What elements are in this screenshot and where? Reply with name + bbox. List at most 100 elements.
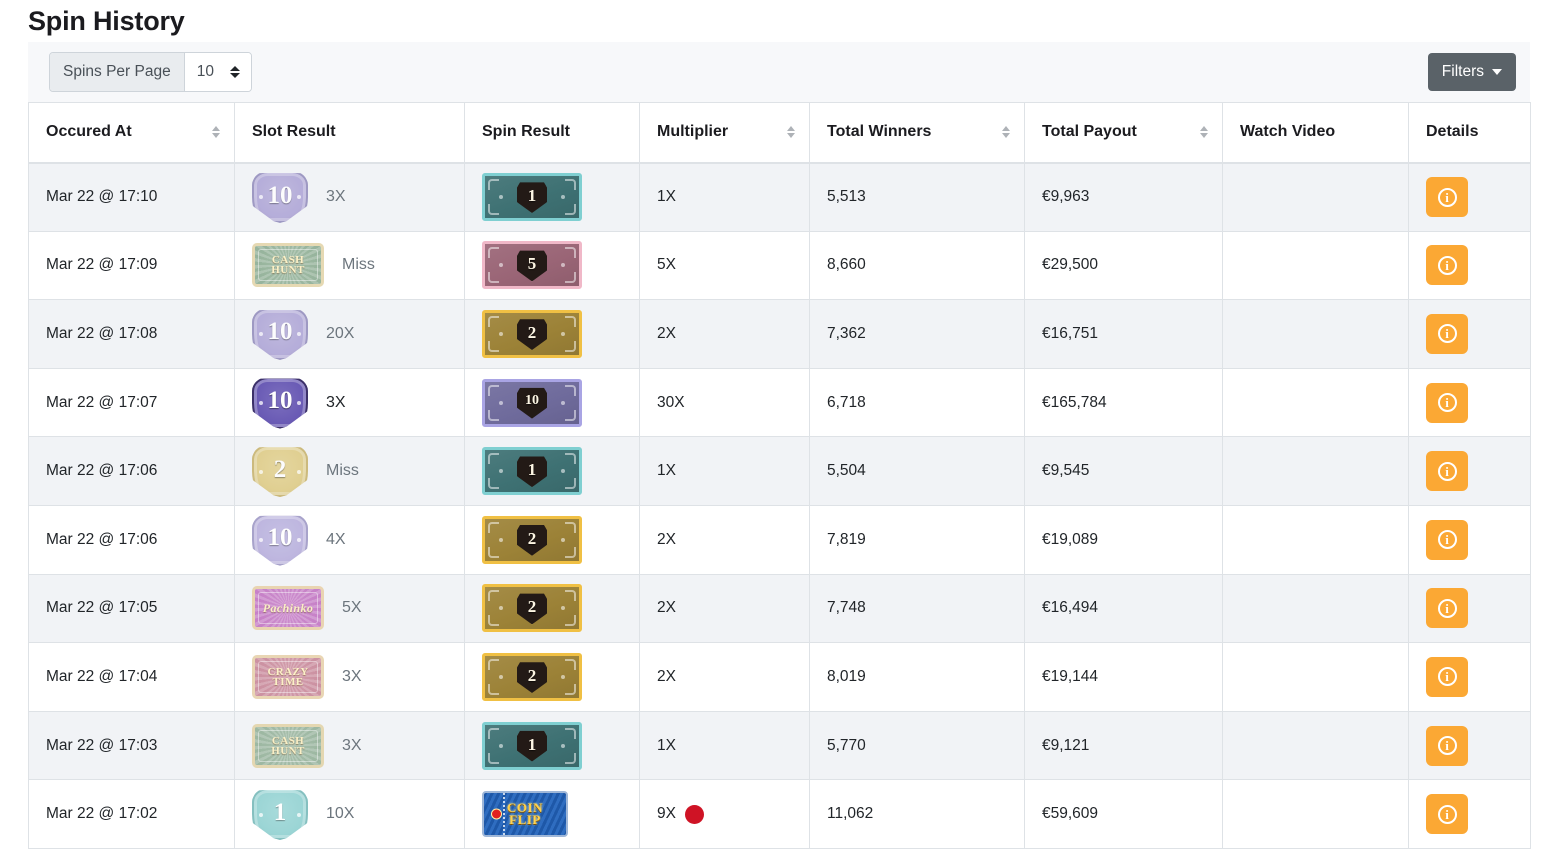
cell-total-payout: €16,494 (1024, 573, 1223, 644)
cell-occured-at: Mar 22 @ 17:06 (28, 436, 235, 506)
slot-segment-icon: 10 (252, 308, 308, 360)
table-row: Mar 22 @ 17:06 2 Miss 1 1X 5,504 €9,545 i (28, 436, 1531, 506)
cell-total-winners: 5,513 (809, 162, 1025, 232)
red-dot-icon (684, 804, 704, 824)
column-header-label: Total Payout (1042, 123, 1137, 141)
cell-watch-video (1222, 230, 1409, 301)
coin-flip-icon: COIN FLIP (482, 791, 568, 838)
cell-occured-at: Mar 22 @ 17:02 (28, 779, 235, 849)
cell-multiplier: 9X (639, 779, 810, 849)
details-button[interactable]: i (1426, 656, 1468, 697)
details-button[interactable]: i (1426, 177, 1468, 218)
column-header-watch-video: Watch Video (1222, 102, 1409, 164)
table-row: Mar 22 @ 17:10 10 3X 1 1X 5,513 €9,963 i (28, 162, 1531, 232)
cell-watch-video (1222, 299, 1409, 369)
cell-watch-video (1222, 367, 1409, 438)
filters-button-label: Filters (1441, 63, 1484, 80)
multiplier-value: 5X (657, 256, 676, 274)
slot-segment-icon: Pachinko (252, 586, 324, 631)
cell-watch-video (1222, 504, 1409, 575)
info-icon: i (1437, 324, 1457, 344)
column-header-total-payout[interactable]: Total Payout (1024, 102, 1223, 164)
cell-multiplier: 1X (639, 436, 810, 506)
cell-total-payout: €29,500 (1024, 230, 1223, 301)
info-icon: i (1437, 530, 1457, 550)
slot-segment-icon: CRAZY TIME (252, 654, 324, 699)
cell-slot-result: 10 3X (234, 162, 465, 232)
filters-button[interactable]: Filters (1427, 53, 1516, 91)
slot-result-label: 4X (326, 530, 346, 548)
column-header-label: Occured At (46, 123, 132, 141)
spin-result-note-icon: 1 (482, 173, 582, 222)
details-button[interactable]: i (1426, 451, 1468, 492)
cell-watch-video (1222, 436, 1409, 506)
details-button[interactable]: i (1426, 519, 1468, 560)
details-button[interactable]: i (1426, 382, 1468, 423)
multiplier-value: 1X (657, 188, 676, 206)
cell-multiplier: 1X (639, 162, 810, 232)
column-header-label: Slot Result (252, 123, 336, 141)
cell-watch-video (1222, 573, 1409, 644)
column-header-total-winners[interactable]: Total Winners (809, 102, 1025, 164)
spin-result-note-icon: 2 (482, 652, 582, 701)
multiplier-value: 2X (657, 324, 676, 342)
info-icon: i (1437, 393, 1457, 413)
cell-total-payout: €9,963 (1024, 162, 1223, 232)
cell-total-winners: 8,019 (809, 642, 1025, 712)
column-header-occured-at[interactable]: Occured At (28, 102, 235, 164)
cell-spin-result: COIN FLIP (464, 779, 640, 849)
multiplier-value: 2X (657, 530, 676, 548)
cell-occured-at: Mar 22 @ 17:05 (28, 573, 235, 644)
cell-details: i (1408, 504, 1531, 575)
details-button[interactable]: i (1426, 725, 1468, 766)
column-header-label: Total Winners (827, 123, 932, 141)
slot-segment-icon: 2 (252, 445, 308, 498)
slot-result-label: Miss (326, 462, 359, 480)
info-icon: i (1437, 187, 1457, 207)
cell-watch-video (1222, 710, 1409, 781)
cell-details: i (1408, 779, 1531, 849)
page-title: Spin History (28, 6, 185, 36)
spin-history-table-wrap: Occured At Slot Result Spin Result Multipli… (28, 102, 1531, 849)
table-row: Mar 22 @ 17:06 10 4X 2 2X 7,819 €19,089 i (28, 504, 1531, 575)
spins-per-page-select[interactable]: 10 (184, 53, 251, 91)
info-icon: i (1437, 736, 1457, 756)
slot-segment-icon: 1 (252, 788, 308, 841)
cell-slot-result: CASH HUNT Miss (234, 230, 465, 301)
cell-spin-result: 2 (464, 504, 640, 575)
cell-spin-result: 2 (464, 573, 640, 644)
spins-per-page-value: 10 (196, 63, 214, 80)
slot-result-label: 5X (342, 599, 362, 617)
slot-result-label: 3X (326, 188, 346, 206)
info-icon: i (1437, 598, 1457, 618)
cell-occured-at: Mar 22 @ 17:09 (28, 230, 235, 301)
spin-result-note-icon: 10 (482, 378, 582, 427)
spin-history-table: Occured At Slot Result Spin Result Multipli… (28, 102, 1531, 849)
column-header-spin-result: Spin Result (464, 102, 640, 164)
cell-total-payout: €59,609 (1024, 779, 1223, 849)
multiplier-value: 2X (657, 599, 676, 617)
details-button[interactable]: i (1426, 245, 1468, 286)
table-row: Mar 22 @ 17:08 10 20X 2 2X 7,362 €16,751 i (28, 299, 1531, 369)
cell-details: i (1408, 573, 1531, 644)
details-button[interactable]: i (1426, 588, 1468, 629)
cell-details: i (1408, 367, 1531, 438)
slot-result-label: Miss (342, 256, 375, 274)
slot-segment-icon: CASH HUNT (252, 243, 324, 288)
sort-icon[interactable] (212, 126, 220, 139)
sort-icon[interactable] (787, 126, 795, 139)
cell-spin-result: 2 (464, 299, 640, 369)
details-button[interactable]: i (1426, 794, 1468, 835)
chevron-updown-icon (230, 64, 241, 80)
sort-icon[interactable] (1002, 126, 1010, 139)
column-header-multiplier[interactable]: Multiplier (639, 102, 810, 164)
slot-result-label: 3X (342, 667, 362, 685)
slot-result-label: 20X (326, 324, 355, 342)
cell-occured-at: Mar 22 @ 17:06 (28, 504, 235, 575)
sort-icon[interactable] (1200, 126, 1208, 139)
cell-total-winners: 7,362 (809, 299, 1025, 369)
cell-total-winners: 5,770 (809, 710, 1025, 781)
details-button[interactable]: i (1426, 313, 1468, 354)
cell-watch-video (1222, 779, 1409, 849)
slot-result-label: 3X (342, 736, 362, 754)
